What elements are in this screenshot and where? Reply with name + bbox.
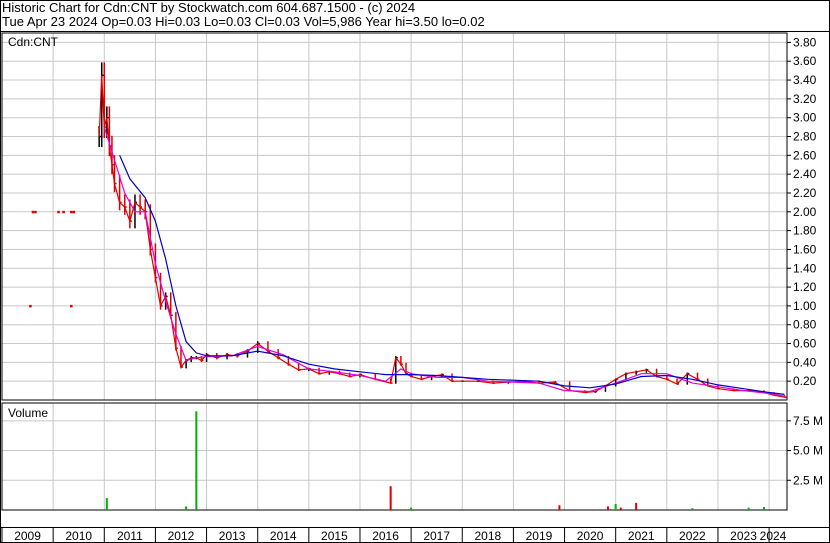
volume-tick-label: 2.5 M	[793, 473, 823, 487]
volume-bar	[614, 504, 617, 510]
y-tick-label-0.60: 0.60	[793, 337, 817, 351]
x-tick-label-2010: 2010	[65, 529, 92, 543]
y-tick-label-3.80: 3.80	[793, 35, 817, 49]
y-tick-label-2.40: 2.40	[793, 167, 817, 181]
volume-bar	[762, 507, 765, 510]
y-tick-label-1.20: 1.20	[793, 280, 817, 294]
y-tick-label-3.20: 3.20	[793, 92, 817, 106]
volume-panel-title: Volume	[8, 406, 48, 420]
y-tick-label-3.40: 3.40	[793, 73, 817, 87]
y-tick-label-3.00: 3.00	[793, 111, 817, 125]
early-price-point	[57, 210, 60, 214]
x-tick-label-2024: 2024	[760, 529, 787, 543]
volume-bar	[691, 508, 694, 510]
y-tick-label-3.60: 3.60	[793, 54, 817, 68]
volume-tick-label: 5.0 M	[793, 444, 823, 458]
volume-bar	[558, 505, 561, 510]
y-tick-label-0.80: 0.80	[793, 318, 817, 332]
x-tick-label-2022: 2022	[679, 529, 706, 543]
outer-frame	[0, 0, 830, 543]
y-tick-label-1.60: 1.60	[793, 242, 817, 256]
y-tick-label-1.00: 1.00	[793, 299, 817, 313]
x-tick-label-2018: 2018	[474, 529, 501, 543]
y-tick-label-2.00: 2.00	[793, 205, 817, 219]
x-tick-label-2013: 2013	[219, 529, 246, 543]
early-price-point	[70, 210, 73, 214]
x-tick-label-2012: 2012	[168, 529, 195, 543]
volume-panel-frame	[1, 402, 788, 511]
volume-bar	[619, 507, 622, 510]
x-tick-label-2023: 2023	[730, 529, 757, 543]
price-panel-title: Cdn:CNT	[8, 35, 59, 49]
historic-chart: 2009 2010 2011 2012 2013 2014 2015 2016 2017 2018…	[0, 0, 830, 543]
early-price-point	[31, 210, 35, 214]
moving-average-long-line	[119, 155, 785, 395]
x-tick-label-2019: 2019	[526, 529, 553, 543]
volume-bar	[410, 507, 413, 510]
x-tick-label-2017: 2017	[423, 529, 450, 543]
volume-bar	[185, 506, 188, 510]
x-tick-label-2021: 2021	[628, 529, 655, 543]
y-tick-label-2.20: 2.20	[793, 186, 817, 200]
y-tick-label-2.60: 2.60	[793, 148, 817, 162]
volume-bar	[607, 506, 610, 510]
x-tick-label-2020: 2020	[577, 529, 604, 543]
volume-tick-label: 7.5 M	[793, 414, 823, 428]
chart-header-quote: Tue Apr 23 2024 Op=0.03 Hi=0.03 Lo=0.03 …	[2, 14, 485, 29]
y-tick-label-0.20: 0.20	[793, 374, 817, 388]
volume-bar	[747, 507, 750, 510]
y-tick-label-2.80: 2.80	[793, 130, 817, 144]
price-close-line	[98, 75, 785, 398]
x-tick-label-2015: 2015	[321, 529, 348, 543]
early-price-point	[29, 304, 32, 308]
price-panel-frame	[1, 32, 788, 401]
y-tick-label-1.40: 1.40	[793, 261, 817, 275]
chart-stage: 2009 2010 2011 2012 2013 2014 2015 2016 2017 2018…	[0, 0, 830, 543]
volume-bar	[195, 411, 198, 510]
volume-bar	[635, 502, 638, 510]
volume-bar	[389, 486, 392, 510]
chart-header-title: Historic Chart for Cdn:CNT by Stockwatch…	[2, 0, 416, 15]
x-tick-label-2011: 2011	[117, 529, 143, 543]
early-price-point	[70, 304, 73, 308]
early-price-point	[62, 210, 65, 214]
y-tick-label-0.40: 0.40	[793, 355, 817, 369]
x-tick-label-2014: 2014	[270, 529, 297, 543]
y-tick-label-1.80: 1.80	[793, 224, 817, 238]
early-price-point	[72, 210, 76, 214]
volume-bar	[105, 498, 108, 510]
x-tick-label-2009: 2009	[14, 529, 41, 543]
early-price-point	[34, 210, 37, 214]
x-tick-label-2016: 2016	[372, 529, 399, 543]
